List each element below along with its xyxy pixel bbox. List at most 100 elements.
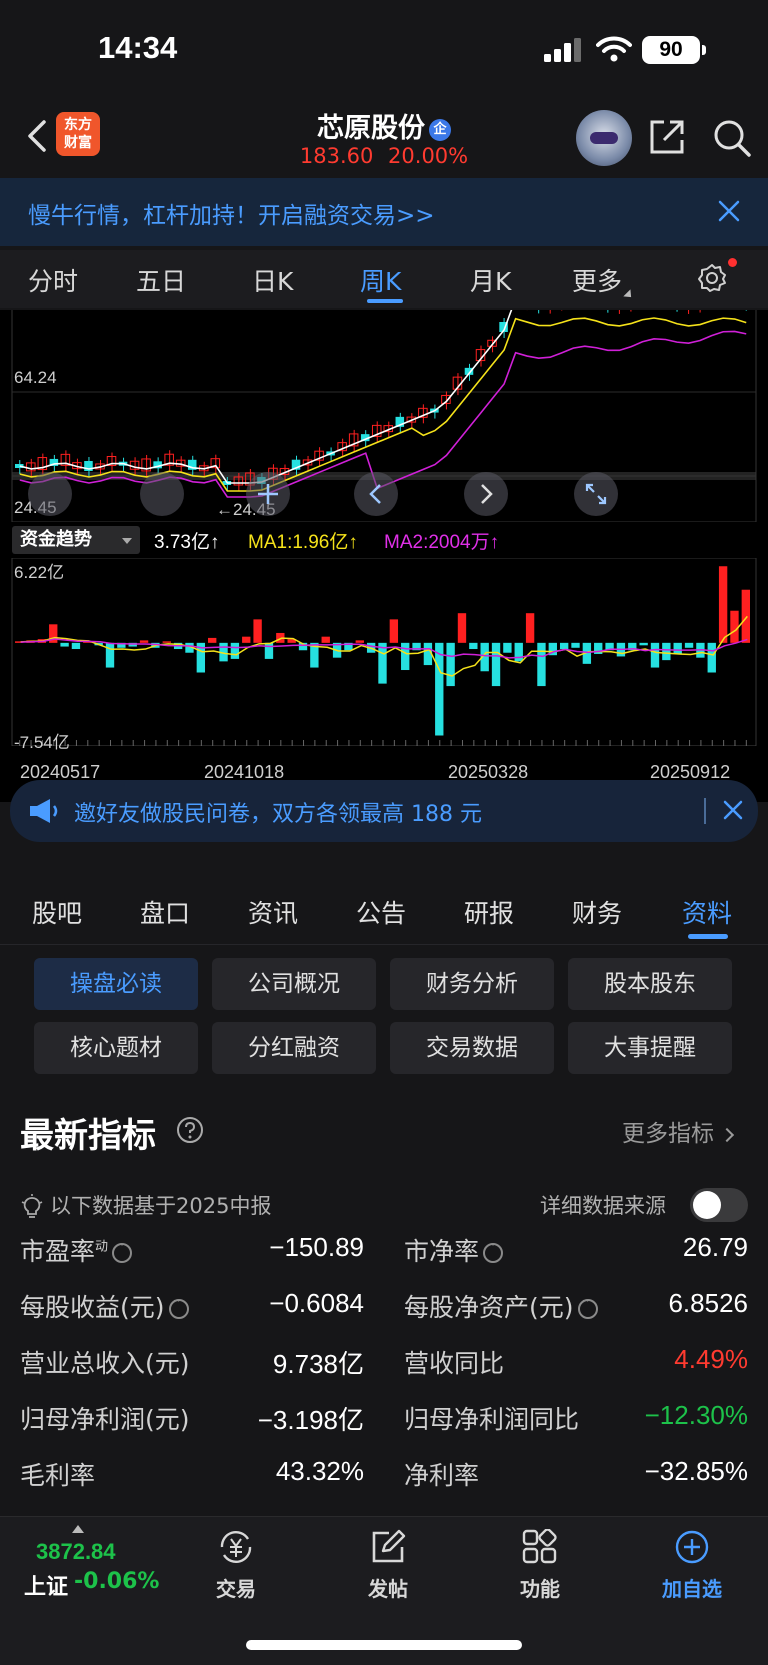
- plus-icon: [258, 484, 278, 504]
- margin-trading-banner[interactable]: 慢牛行情，杠杆加持！开启融资交易>>: [0, 178, 768, 246]
- metric-value: −0.6084: [269, 1288, 364, 1318]
- chevron-right-icon: [719, 1127, 735, 1142]
- data-source-toggle[interactable]: [690, 1188, 748, 1222]
- share-icon[interactable]: [648, 118, 686, 156]
- tab-news[interactable]: 资讯: [248, 894, 298, 930]
- gear-icon[interactable]: [696, 262, 728, 294]
- help-icon[interactable]: [176, 1116, 204, 1144]
- tab-profile[interactable]: 资料: [682, 894, 732, 930]
- megaphone-icon: [30, 799, 58, 823]
- tab-orderbook[interactable]: 盘口: [140, 894, 190, 930]
- add-watchlist-button[interactable]: 加自选: [642, 1529, 742, 1602]
- tab-finance[interactable]: 财务: [572, 894, 622, 930]
- plus-circle-icon: [675, 1530, 709, 1564]
- subnav-core-themes[interactable]: 核心题材: [34, 1022, 198, 1074]
- index-value[interactable]: 3872.84: [36, 1539, 116, 1565]
- notification-dot: [728, 258, 737, 267]
- info-icon[interactable]: [112, 1238, 133, 1263]
- fund-bar: [741, 589, 750, 643]
- section-tabs: 股吧 盘口 资讯 公告 研报 财务 资料: [0, 880, 768, 944]
- close-icon[interactable]: [722, 799, 744, 821]
- tab-monthly-k[interactable]: 月K: [470, 262, 511, 298]
- active-tab-indicator: [367, 299, 403, 303]
- tab-forum[interactable]: 股吧: [32, 894, 82, 930]
- promo-text[interactable]: 慢牛行情，杠杆加持！开启融资交易>>: [28, 196, 435, 230]
- stock-chart[interactable]: 64.24 24.45 ←24.45 资金趋势 3.73亿↑ MA1:1.96亿…: [0, 310, 768, 802]
- status-bar: 14:34 90: [0, 0, 768, 96]
- tab-announcements[interactable]: 公告: [356, 894, 406, 930]
- chart-prev-button[interactable]: [354, 472, 398, 516]
- fund-bar: [435, 642, 444, 736]
- subnav-financial-analysis[interactable]: 财务分析: [390, 958, 554, 1010]
- tab-intraday[interactable]: 分时: [28, 262, 78, 298]
- tab-five-day[interactable]: 五日: [136, 262, 186, 298]
- search-icon[interactable]: [712, 118, 752, 158]
- tab-weekly-k[interactable]: 周K: [360, 262, 401, 298]
- metric-label: 毛利率: [20, 1461, 96, 1490]
- fund-bar: [71, 642, 81, 650]
- fund-bar: [378, 642, 387, 684]
- info-icon[interactable]: [168, 1294, 189, 1319]
- chart-zoom-out-button[interactable]: [28, 472, 72, 516]
- post-button[interactable]: 发帖: [338, 1529, 438, 1602]
- info-icon[interactable]: [483, 1238, 504, 1263]
- metric-value: −32.85%: [644, 1456, 748, 1486]
- metric-label: 归母净利润同比: [404, 1405, 580, 1434]
- fund-bar: [264, 642, 274, 659]
- fund-bar: [673, 642, 682, 654]
- metric-value: −12.30%: [644, 1400, 748, 1430]
- table-row: 营业总收入(元) 9.738亿 营收同比 4.49%: [0, 1344, 768, 1400]
- chart-add-button[interactable]: [246, 472, 290, 516]
- metric-label: 市净率: [404, 1232, 504, 1268]
- metric-label: 市盈率动: [20, 1232, 133, 1268]
- chart-fullscreen-button[interactable]: [574, 472, 618, 516]
- yuan-refresh-icon: [220, 1531, 252, 1563]
- index-name[interactable]: 上证: [24, 1569, 68, 1601]
- fund-bar: [718, 566, 728, 643]
- fund-bar: [571, 642, 580, 648]
- price-level-label: 64.24: [14, 368, 57, 387]
- index-change[interactable]: -0.06%: [74, 1569, 159, 1594]
- survey-invite-banner[interactable]: 邀好友做股民问卷，双方各领最高 188 元: [10, 780, 758, 842]
- ma-line-white: [19, 310, 513, 484]
- table-row: 每股收益(元) −0.6084 每股净资产(元) 6.8526: [0, 1288, 768, 1344]
- subnav-dividends[interactable]: 分红融资: [212, 1022, 376, 1074]
- assistant-avatar[interactable]: [576, 110, 632, 166]
- subnav-trading-guide[interactable]: 操盘必读: [34, 958, 198, 1010]
- divider: [0, 944, 768, 945]
- fund-bar: [253, 619, 262, 643]
- fund-bar: [639, 642, 648, 646]
- subnav-trading-data[interactable]: 交易数据: [390, 1022, 554, 1074]
- tab-more[interactable]: 更多: [572, 262, 635, 301]
- metric-value: 6.8526: [668, 1288, 748, 1318]
- fund-bar: [491, 642, 501, 687]
- chevron-right-icon: [481, 484, 493, 504]
- fund-bar: [162, 641, 171, 643]
- more-indicators-link[interactable]: 更多指标: [622, 1114, 735, 1148]
- fund-bar: [503, 642, 512, 653]
- subnav-company-overview[interactable]: 公司概况: [212, 958, 376, 1010]
- fund-bar: [139, 640, 149, 643]
- close-icon[interactable]: [716, 198, 742, 224]
- functions-button[interactable]: 功能: [490, 1528, 590, 1602]
- home-indicator[interactable]: [246, 1640, 522, 1650]
- signal-icon: [544, 38, 581, 62]
- indicator-selector[interactable]: 资金趋势: [12, 526, 140, 554]
- fund-bar: [105, 642, 115, 668]
- subnav-shareholders[interactable]: 股本股东: [568, 958, 732, 1010]
- status-time: 14:34: [98, 30, 178, 65]
- invite-text[interactable]: 邀好友做股民问卷，双方各领最高 188 元: [74, 796, 482, 828]
- section-title: 最新指标: [20, 1116, 156, 1156]
- trade-button[interactable]: 交易: [186, 1529, 286, 1602]
- tab-daily-k[interactable]: 日K: [252, 262, 293, 298]
- info-icon[interactable]: [577, 1294, 598, 1319]
- subnav-events[interactable]: 大事提醒: [568, 1022, 732, 1074]
- fund-bar: [321, 636, 330, 643]
- fund-bar: [650, 642, 660, 668]
- chart-zoom-in-button[interactable]: [140, 472, 184, 516]
- chevron-up-icon[interactable]: [72, 1525, 84, 1533]
- fund-flow-chart[interactable]: [0, 558, 768, 746]
- tab-research[interactable]: 研报: [464, 894, 514, 930]
- fund-bar: [389, 619, 399, 643]
- chart-next-button[interactable]: [464, 472, 508, 516]
